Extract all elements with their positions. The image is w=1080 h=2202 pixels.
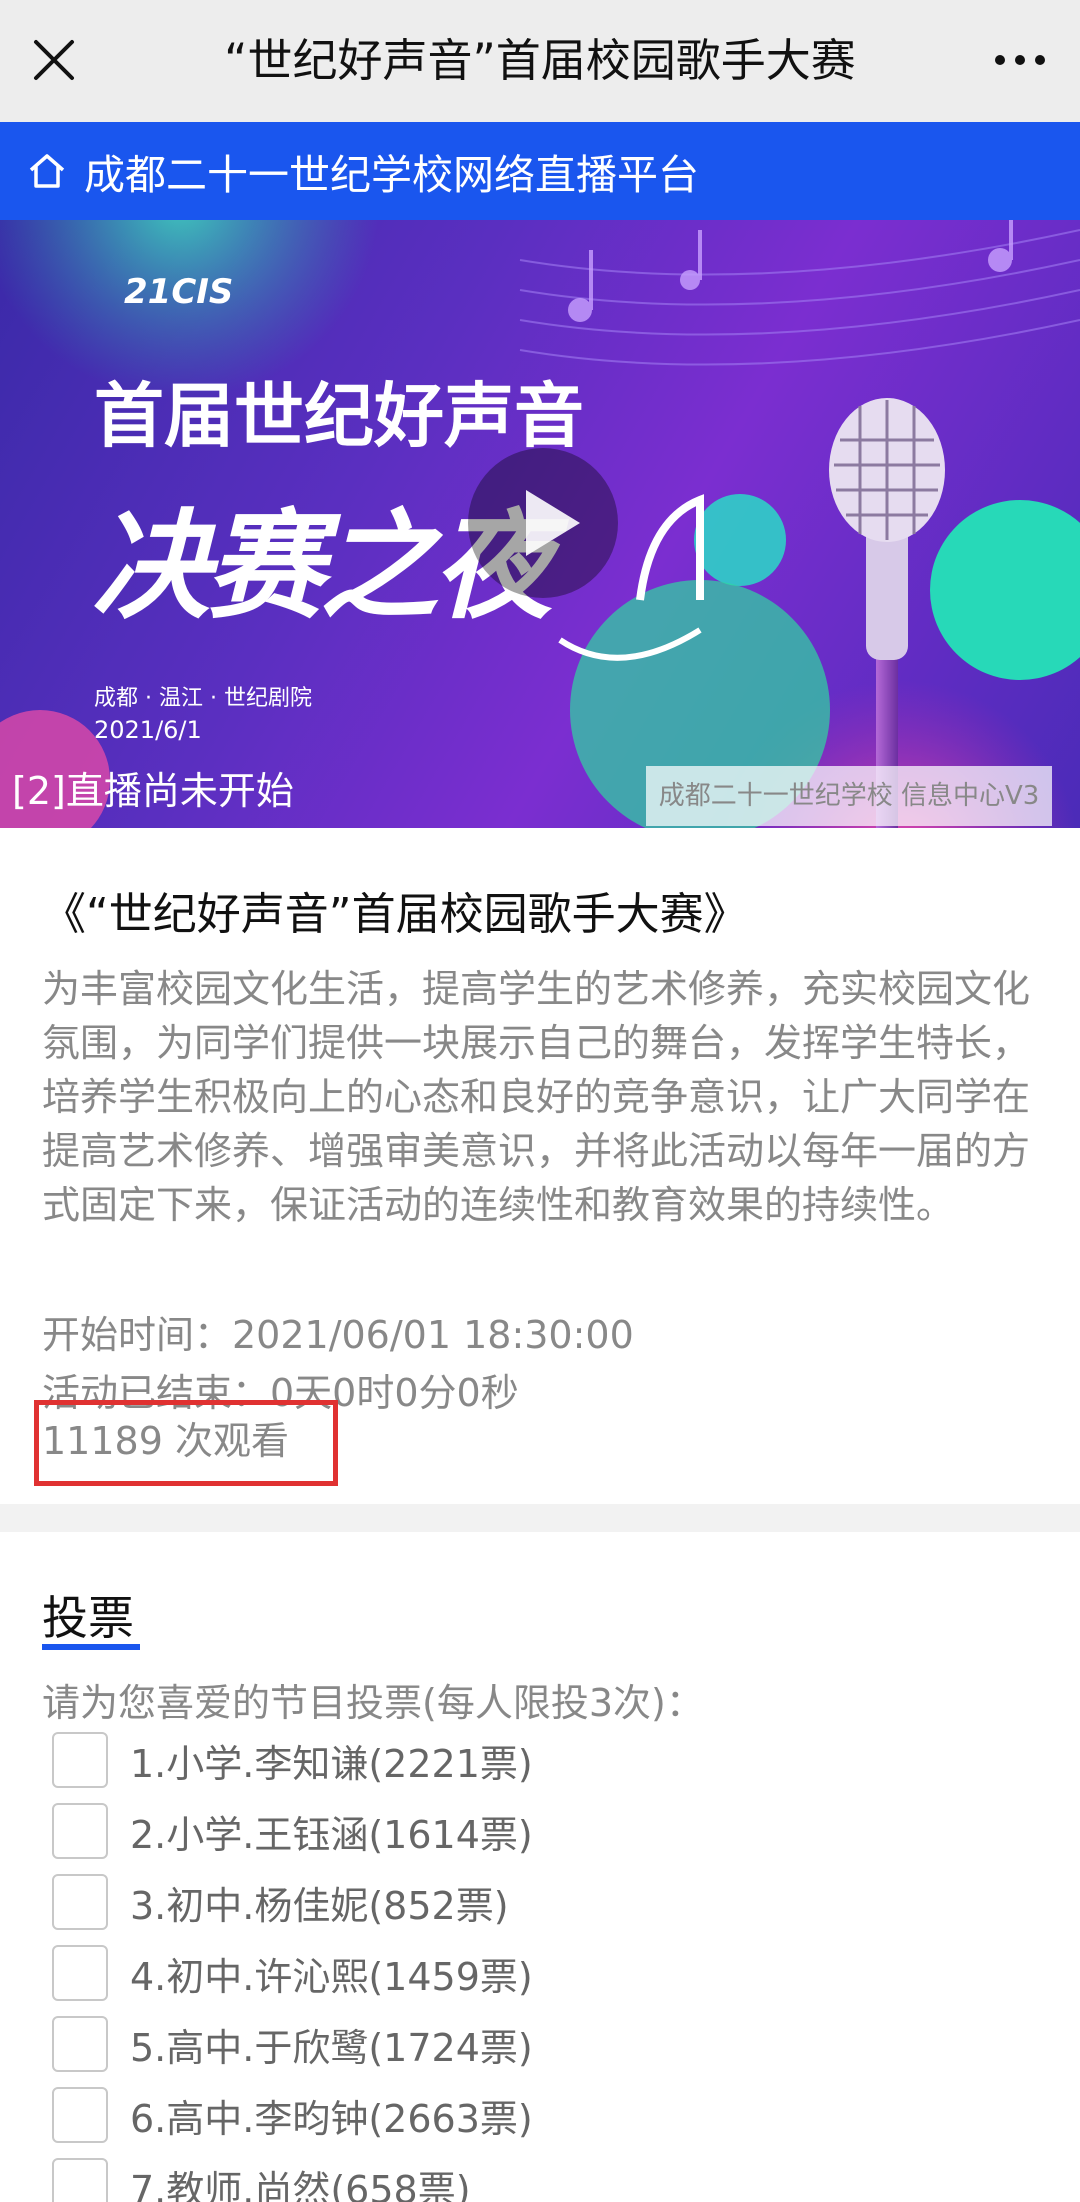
vote-option-label: 3.初中.杨佳妮(852票) xyxy=(130,1883,509,1928)
vote-heading-underline xyxy=(42,1644,140,1650)
vote-option[interactable]: 6.高中.李昀钟(2663票) xyxy=(52,2087,533,2143)
vote-option-label: 7.教师.尚然(658票) xyxy=(130,2167,471,2202)
vote-option-label: 4.初中.许沁熙(1459票) xyxy=(130,1954,533,1999)
vote-heading: 投票 xyxy=(42,1591,134,1645)
school-logo: 21CIS xyxy=(124,272,234,312)
play-icon[interactable] xyxy=(468,448,618,598)
poster-location: 成都 · 温江 · 世纪剧院 xyxy=(94,686,312,711)
vote-checkbox[interactable] xyxy=(52,1874,108,1930)
event-description: 为丰富校园文化生活，提高学生的艺术修养，充实校园文化氛围，为同学们提供一块展示自… xyxy=(42,967,1031,1227)
poster-title-line1: 首届世纪好声音 xyxy=(94,375,584,457)
video-watermark: 成都二十一世纪学校 信息中心V3 xyxy=(646,766,1052,826)
more-icon[interactable] xyxy=(990,40,1050,80)
vote-option-label: 2.小学.王钰涵(1614票) xyxy=(130,1812,533,1857)
vote-option-label: 1.小学.李知谦(2221票) xyxy=(130,1741,533,1786)
event-title: 《“世纪好声音”首届校园歌手大赛》 xyxy=(42,889,748,940)
platform-bar[interactable]: 成都二十一世纪学校网络直播平台 xyxy=(0,122,1080,220)
view-count-highlight xyxy=(34,1400,338,1486)
vote-option[interactable]: 5.高中.于欣鹭(1724票) xyxy=(52,2016,533,2072)
vote-option[interactable]: 4.初中.许沁熙(1459票) xyxy=(52,1945,533,2001)
vote-option[interactable]: 1.小学.李知谦(2221票) xyxy=(52,1732,533,1788)
vote-section: 投票 请为您喜爱的节目投票(每人限投3次)： 1.小学.李知谦(2221票) 2… xyxy=(0,1532,1080,2202)
home-icon xyxy=(29,154,65,188)
vote-checkbox[interactable] xyxy=(52,2158,108,2202)
vote-option-label: 6.高中.李昀钟(2663票) xyxy=(130,2096,533,2141)
event-info: 《“世纪好声音”首届校园歌手大赛》 为丰富校园文化生活，提高学生的艺术修养，充实… xyxy=(0,828,1080,1504)
top-bar: “世纪好声音”首届校园歌手大赛 xyxy=(0,0,1080,122)
start-time: 开始时间：2021/06/01 18:30:00 xyxy=(42,1313,634,1357)
vote-option[interactable]: 2.小学.王钰涵(1614票) xyxy=(52,1803,533,1859)
vote-instruction: 请为您喜爱的节目投票(每人限投3次)： xyxy=(42,1681,704,1725)
poster-date: 2021/6/1 xyxy=(94,716,202,744)
vote-checkbox[interactable] xyxy=(52,1803,108,1859)
vote-option[interactable]: 7.教师.尚然(658票) xyxy=(52,2158,471,2202)
page-title: “世纪好声音”首届校园歌手大赛 xyxy=(224,34,856,87)
video-player[interactable]: 21CIS 首届世纪好声音 决赛之夜 成都 · 温江 · 世纪剧院 2021/6… xyxy=(0,220,1080,828)
vote-checkbox[interactable] xyxy=(52,1945,108,2001)
vote-option[interactable]: 3.初中.杨佳妮(852票) xyxy=(52,1874,509,1930)
vote-option-label: 5.高中.于欣鹭(1724票) xyxy=(130,2025,533,2070)
section-divider xyxy=(0,1504,1080,1532)
close-icon[interactable] xyxy=(30,36,78,84)
vote-checkbox[interactable] xyxy=(52,2087,108,2143)
vote-checkbox[interactable] xyxy=(52,1732,108,1788)
live-status: [2]直播尚未开始 xyxy=(12,769,294,813)
vote-checkbox[interactable] xyxy=(52,2016,108,2072)
platform-name: 成都二十一世纪学校网络直播平台 xyxy=(84,151,699,199)
